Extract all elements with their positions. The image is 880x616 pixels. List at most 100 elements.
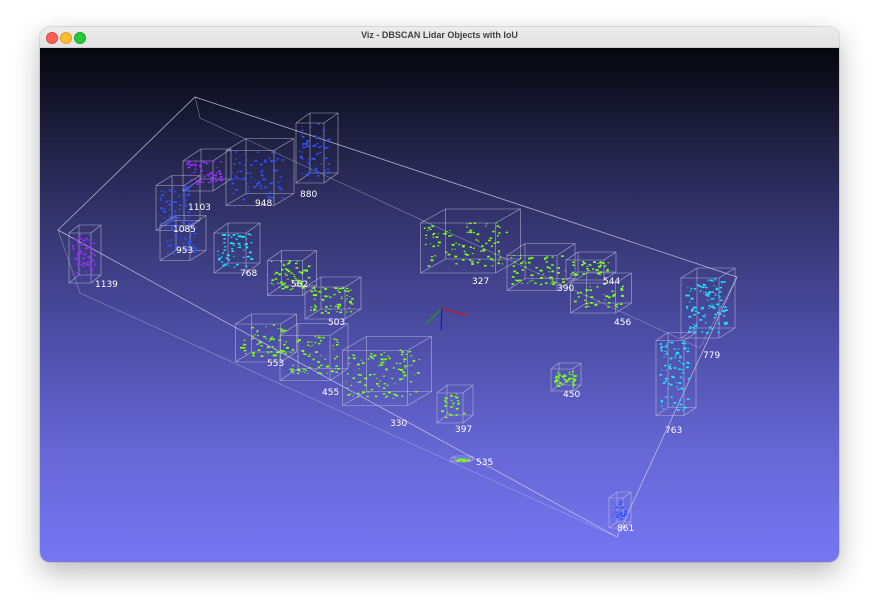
bounding-box-397[interactable] [436,384,474,424]
lidar-point [585,289,588,291]
lidar-point [279,188,283,191]
lidar-point [572,384,576,386]
lidar-point [280,281,283,284]
bounding-box-1103[interactable] [182,148,232,192]
lidar-point [77,239,80,241]
lidar-point [168,200,171,202]
lidar-point [385,397,387,399]
lidar-point [403,361,405,362]
bounding-box-861[interactable] [608,491,632,529]
lidar-point [237,242,241,245]
lidar-point [172,220,175,222]
lidar-point [686,307,688,309]
point-cloud-scene[interactable]: 1139 1103 1085 953 948 880 768 562 503 327 390 544 4… [40,48,839,562]
lidar-point [275,159,277,161]
lidar-point [621,285,625,288]
lidar-point [688,348,690,349]
lidar-point [280,180,283,182]
lidar-point [174,210,177,213]
lidar-point [709,279,713,282]
bounding-box-456[interactable] [570,272,632,314]
lidar-point [284,330,287,332]
lidar-point [492,260,495,262]
lidar-point [701,306,704,309]
lidar-point [320,340,322,342]
lidar-point [673,367,677,369]
lidar-point [93,263,97,265]
lidar-point [352,377,356,380]
lidar-point [241,235,245,238]
lidar-point [262,169,264,171]
lidar-point [272,338,275,341]
lidar-point [310,290,314,293]
lidar-point [189,164,191,166]
lidar-point [699,318,703,321]
lidar-point [165,227,168,229]
lidar-point [703,284,706,286]
lidar-point [329,296,331,298]
lidar-point [217,254,219,256]
lidar-point [272,284,275,286]
lidar-point [309,367,311,369]
bounding-box-327[interactable] [420,208,521,274]
lidar-point [570,274,573,275]
lidar-point [456,459,460,462]
lidar-point [660,401,663,403]
lidar-point [160,207,163,210]
lidar-point [91,258,94,261]
lidar-point [490,245,494,247]
lidar-point [620,289,624,291]
lidar-point [337,307,340,309]
lidar-point [489,237,493,240]
object-label-327: 327 [472,277,489,287]
bounding-box-330[interactable] [342,336,432,406]
lidar-point [313,308,316,310]
lidar-point [88,256,91,259]
lidar-point [186,163,189,165]
lidar-point [599,274,601,276]
lidar-point [279,283,281,284]
lidar-point [82,265,85,267]
lidar-point [676,409,680,411]
lidar-point [336,311,338,313]
bounding-box-948[interactable] [225,138,295,206]
lidar-point [620,287,624,290]
point-cluster-948 [229,150,284,201]
lidar-point [572,264,575,266]
lidar-point [233,193,235,195]
lidar-point [313,298,316,300]
3d-viewport[interactable]: 1139 1103 1085 953 948 880 768 562 503 327 390 544 4… [40,48,839,562]
lidar-point [320,355,322,357]
lidar-point [669,363,672,365]
lidar-point [679,403,683,406]
lidar-point [301,349,305,352]
lidar-point [620,512,623,514]
lidar-point [283,282,286,284]
lidar-point [307,341,310,343]
object-label-503: 503 [328,318,345,328]
lidar-point [187,242,191,245]
object-label-953: 953 [176,246,193,256]
bounding-box-553[interactable] [235,313,297,363]
lidar-point [694,325,698,327]
lidar-point [181,221,184,224]
lidar-point [433,232,436,235]
lidar-point [187,188,190,191]
lidar-point [75,272,79,275]
lidar-point [166,252,169,254]
lidar-point [402,371,406,374]
lidar-point [688,330,691,332]
lidar-point [278,153,281,155]
lidar-point [725,309,728,312]
lidar-point [215,172,218,174]
lidar-point [79,233,82,236]
point-cluster-1139 [72,233,97,279]
title-bar[interactable]: Viz - DBSCAN Lidar Objects with IoU [40,27,839,48]
lidar-point [260,170,264,173]
lidar-point [558,373,561,376]
lidar-point [308,171,311,174]
lidar-point [463,458,467,461]
lidar-point [340,311,343,313]
lidar-point [686,305,689,308]
lidar-point [714,295,717,297]
